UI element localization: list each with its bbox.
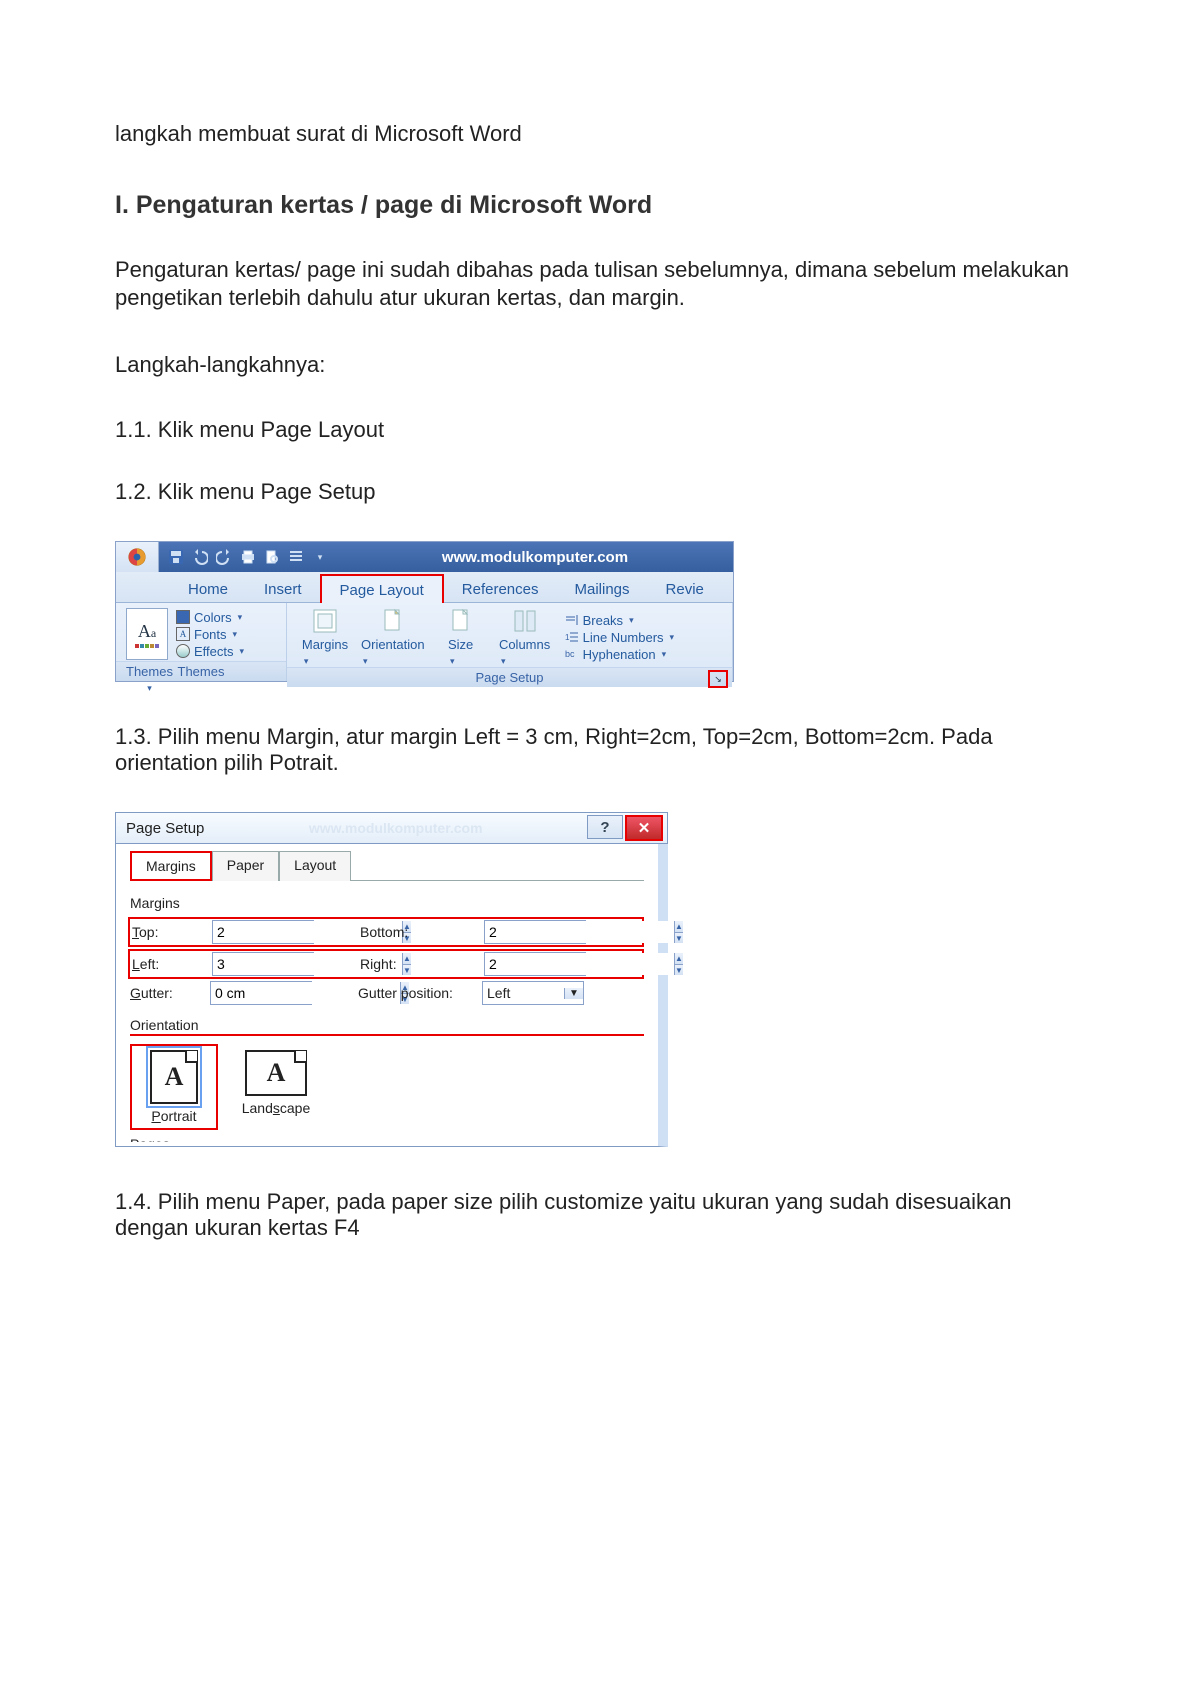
step-1-1: 1.1. Klik menu Page Layout	[115, 417, 1085, 443]
themes-button[interactable]: Aa	[126, 608, 168, 660]
top-label: Top:	[132, 924, 198, 940]
gutter-label: Gutter:	[130, 985, 196, 1001]
paragraph-2: Langkah-langkahnya:	[115, 351, 1085, 380]
tab-insert[interactable]: Insert	[246, 575, 320, 602]
orientation-button[interactable]: Orientation▾	[361, 607, 425, 667]
hyphenation-button[interactable]: bcHyphenation▾	[565, 647, 674, 662]
window-title: www.modulkomputer.com	[337, 549, 733, 566]
spin-up-icon[interactable]: ▲	[675, 953, 683, 965]
pages-cutoff	[130, 1136, 644, 1142]
left-spinner[interactable]: ▲▼	[212, 952, 314, 976]
gutter-spinner[interactable]: ▲▼	[210, 981, 312, 1005]
list-icon[interactable]	[287, 548, 305, 566]
group-page-setup-label: Page Setup ↘	[287, 667, 732, 687]
orientation-landscape[interactable]: A Landscape	[232, 1044, 320, 1130]
portrait-icon: A	[150, 1050, 198, 1104]
section-heading: I. Pengaturan kertas / page di Microsoft…	[115, 191, 1085, 220]
breaks-button[interactable]: Breaks▾	[565, 613, 674, 628]
redo-icon[interactable]	[215, 548, 233, 566]
close-button[interactable]: ✕	[625, 815, 663, 841]
orientation-portrait[interactable]: A Portrait	[130, 1044, 218, 1130]
spin-down-icon[interactable]: ▼	[675, 933, 683, 944]
intro-text: langkah membuat surat di Microsoft Word	[115, 120, 1085, 149]
print-icon[interactable]	[239, 548, 257, 566]
gutter-pos-label: Gutter position:	[358, 985, 468, 1001]
margins-button[interactable]: Margins▾	[297, 607, 353, 667]
gutter-pos-combo[interactable]: Left ▼	[482, 981, 584, 1005]
size-button[interactable]: Size▾	[433, 607, 489, 667]
step-1-3: 1.3. Pilih menu Margin, atur margin Left…	[115, 724, 1085, 776]
office-button[interactable]	[116, 542, 159, 572]
dialog-tabs: Margins Paper Layout	[130, 850, 644, 880]
svg-text:bc: bc	[565, 649, 575, 659]
tab-page-layout[interactable]: Page Layout	[320, 574, 444, 603]
group-themes-label: Themes▾ Themes	[116, 661, 286, 681]
step-1-2: 1.2. Klik menu Page Setup	[115, 479, 1085, 505]
tab-references[interactable]: References	[444, 575, 557, 602]
dialog-tab-layout[interactable]: Layout	[279, 851, 351, 881]
tab-review[interactable]: Revie	[648, 575, 722, 602]
tab-home[interactable]: Home	[170, 575, 246, 602]
right-spinner[interactable]: ▲▼	[484, 952, 586, 976]
help-button[interactable]: ?	[587, 815, 623, 839]
spin-down-icon[interactable]: ▼	[675, 965, 683, 976]
portrait-label: Portrait	[151, 1108, 196, 1124]
colors-button[interactable]: Colors▾	[176, 610, 244, 625]
ribbon-body: Aa Colors▾ AFonts▾	[116, 603, 733, 681]
spin-up-icon[interactable]: ▲	[675, 921, 683, 933]
fonts-button[interactable]: AFonts▾	[176, 627, 244, 642]
preview-icon[interactable]	[263, 548, 281, 566]
landscape-label: Landscape	[242, 1100, 311, 1116]
orientation-section-title: Orientation	[130, 1017, 644, 1036]
line-numbers-button[interactable]: 1Line Numbers▾	[565, 630, 674, 645]
watermark-text: www.modulkomputer.com	[204, 820, 587, 836]
effects-button[interactable]: Effects▾	[176, 644, 244, 659]
page-setup-launcher[interactable]: ↘	[708, 670, 728, 688]
dialog-tab-paper[interactable]: Paper	[212, 851, 279, 881]
top-spinner[interactable]: ▲▼	[212, 920, 314, 944]
gutter-pos-value: Left	[483, 985, 564, 1001]
step-1-4: 1.4. Pilih menu Paper, pada paper size p…	[115, 1189, 1085, 1241]
left-label: Left:	[132, 956, 198, 972]
dialog-tab-margins[interactable]: Margins	[130, 851, 212, 881]
undo-icon[interactable]	[191, 548, 209, 566]
landscape-icon: A	[245, 1050, 307, 1096]
bottom-input[interactable]	[485, 921, 674, 943]
paragraph-1: Pengaturan kertas/ page ini sudah dibaha…	[115, 256, 1085, 313]
word-ribbon: ▾ www.modulkomputer.com Home Insert Page…	[115, 541, 734, 682]
right-input[interactable]	[485, 953, 674, 975]
columns-button[interactable]: Columns▾	[497, 607, 553, 667]
chevron-down-icon[interactable]: ▼	[564, 988, 583, 999]
tab-mailings[interactable]: Mailings	[557, 575, 648, 602]
qat-dropdown-icon[interactable]: ▾	[311, 548, 329, 566]
svg-text:1: 1	[565, 633, 570, 642]
ribbon-titlebar: ▾ www.modulkomputer.com	[116, 542, 733, 572]
dialog-titlebar: Page Setup www.modulkomputer.com ? ✕	[115, 812, 668, 844]
themes-label-btn: Themes▾	[126, 664, 173, 694]
quick-access-toolbar: ▾	[159, 548, 337, 566]
right-label: Right:	[360, 956, 470, 972]
page-setup-dialog: Page Setup www.modulkomputer.com ? ✕ Mar…	[115, 812, 668, 1147]
bottom-label: Bottom:	[360, 924, 470, 940]
margins-section-title: Margins	[130, 895, 644, 911]
ribbon-tabs: Home Insert Page Layout References Maili…	[116, 572, 733, 603]
dialog-title: Page Setup	[126, 820, 204, 837]
save-icon[interactable]	[167, 548, 185, 566]
bottom-spinner[interactable]: ▲▼	[484, 920, 586, 944]
office-icon	[123, 546, 151, 568]
document-page: langkah membuat surat di Microsoft Word …	[0, 0, 1200, 1698]
